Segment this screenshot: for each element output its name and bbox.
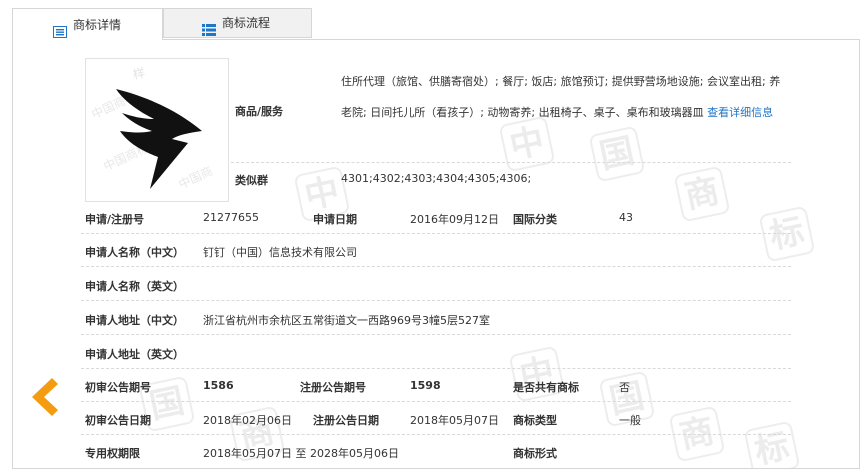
divider	[81, 401, 791, 402]
divider	[81, 334, 791, 335]
goods-services-label: 商品/服务	[235, 105, 284, 118]
exclusive-value: 2018年05月07日 至 2028年05月06日	[203, 447, 399, 460]
apply-date-value: 2016年09月12日	[410, 213, 499, 226]
tab-trademark-details[interactable]: 商标详情	[12, 8, 163, 40]
reg-pub-no-value: 1598	[410, 379, 441, 392]
watermark-glyph: 标	[743, 420, 801, 468]
reg-no-value: 21277655	[203, 211, 259, 224]
prelim-date-value: 2018年02月06日	[203, 414, 292, 427]
address-cn-value: 浙江省杭州市余杭区五常街道文一西路969号3幢5层527室	[203, 314, 490, 327]
prelim-no-label: 初审公告期号	[85, 381, 151, 394]
divider	[81, 300, 791, 301]
dingtalk-logo: 样 中国商标 中国商标 中国商	[89, 65, 215, 192]
shared-label: 是否共有商标	[513, 381, 579, 394]
divider	[81, 233, 791, 234]
previous-button[interactable]	[28, 376, 62, 418]
exclusive-label: 专用权期限	[85, 447, 140, 460]
svg-text:中国商: 中国商	[176, 163, 215, 192]
divider	[81, 434, 791, 435]
process-list-icon	[202, 17, 216, 36]
intl-class-value: 43	[619, 211, 633, 224]
svg-text:样: 样	[132, 65, 147, 82]
divider	[81, 368, 791, 369]
shared-value: 否	[619, 381, 630, 394]
applicant-en-label: 申请人名称（英文）	[85, 280, 184, 293]
applicant-cn-label: 申请人名称（中文）	[85, 246, 184, 259]
reg-pub-no-label: 注册公告期号	[300, 381, 366, 394]
tab-label: 商标详情	[73, 17, 122, 32]
applicant-cn-value: 钉钉（中国）信息技术有限公司	[203, 246, 357, 259]
tm-type-label: 商标类型	[513, 414, 557, 427]
tm-form-label: 商标形式	[513, 447, 557, 460]
watermark-glyph: 标	[758, 205, 816, 263]
reg-pub-date-label: 注册公告日期	[313, 414, 379, 427]
goods-services-text: 住所代理（旅馆、供膳寄宿处）; 餐厅; 饭店; 旅馆预订; 提供野营场地设施; …	[341, 75, 781, 119]
watermark-glyph: 国	[588, 125, 646, 183]
address-cn-label: 申请人地址（中文）	[85, 314, 184, 327]
view-details-link[interactable]: 查看详细信息	[707, 106, 773, 119]
similar-group-label: 类似群	[235, 174, 268, 187]
reg-pub-date-value: 2018年05月07日	[410, 414, 499, 427]
similar-group-value: 4301;4302;4303;4304;4305;4306;	[341, 172, 532, 185]
address-en-label: 申请人地址（英文）	[85, 348, 184, 361]
prelim-date-label: 初审公告日期	[85, 414, 151, 427]
prelim-no-value: 1586	[203, 379, 234, 392]
tm-type-value: 一般	[619, 414, 641, 427]
trademark-image: 样 中国商标 中国商标 中国商	[85, 58, 229, 202]
watermark-glyph: 商	[673, 165, 731, 223]
tab-trademark-process[interactable]: 商标流程	[163, 8, 312, 38]
intl-class-label: 国际分类	[513, 213, 557, 226]
divider	[81, 266, 791, 267]
reg-no-label: 申请/注册号	[85, 213, 145, 226]
details-panel: 中 国 商 标 中 中 国 商 标 国 商 样 中国商标 中国商标 中国商 商品…	[12, 39, 860, 469]
chevron-left-icon	[32, 378, 58, 416]
tab-label: 商标流程	[222, 16, 271, 30]
divider	[231, 162, 791, 163]
document-list-icon	[53, 19, 67, 38]
apply-date-label: 申请日期	[313, 213, 357, 226]
